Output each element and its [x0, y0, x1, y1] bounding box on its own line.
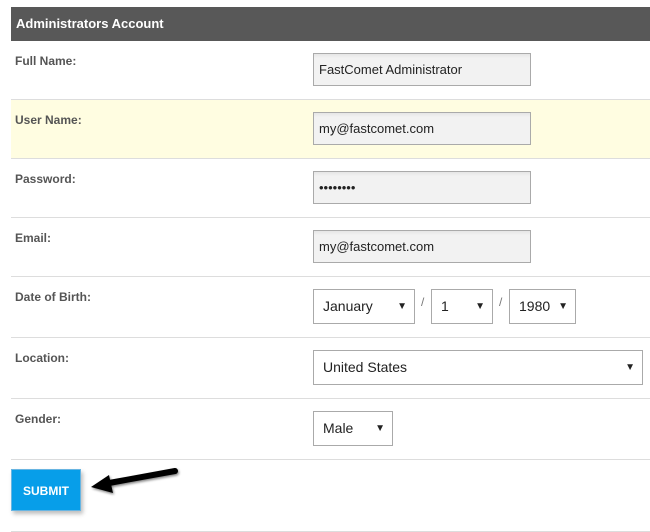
- dob-day-select[interactable]: 1 ▼: [431, 289, 493, 324]
- chevron-down-icon: ▼: [625, 362, 635, 373]
- dob-month-select[interactable]: January ▼: [313, 289, 415, 324]
- submit-button[interactable]: SUBMIT: [11, 469, 81, 511]
- chevron-down-icon: ▼: [375, 423, 385, 434]
- password-label: Password:: [15, 172, 76, 186]
- full-name-label: Full Name:: [15, 54, 77, 68]
- row-full-name: Full Name:: [11, 41, 650, 100]
- user-name-label: User Name:: [15, 113, 82, 127]
- row-password: Password:: [11, 159, 650, 218]
- location-label: Location:: [15, 351, 69, 365]
- row-location: Location: United States ▼: [11, 338, 650, 399]
- admin-account-form: Administrators Account Full Name: User N…: [11, 7, 650, 532]
- dob-separator: /: [499, 295, 503, 309]
- row-date-of-birth: Date of Birth: January ▼ / 1 ▼ / 1980 ▼: [11, 277, 650, 338]
- dob-separator: /: [421, 295, 425, 309]
- gender-select[interactable]: Male ▼: [313, 411, 393, 446]
- gender-value: Male: [323, 420, 354, 436]
- form-header: Administrators Account: [11, 7, 650, 41]
- dob-month-value: January: [323, 298, 373, 314]
- dob-year-select[interactable]: 1980 ▼: [509, 289, 576, 324]
- location-value: United States: [323, 359, 408, 375]
- chevron-down-icon: ▼: [397, 301, 407, 312]
- gender-label: Gender:: [15, 412, 62, 426]
- row-user-name: User Name:: [11, 100, 650, 159]
- dob-day-value: 1: [441, 298, 449, 314]
- full-name-input[interactable]: [313, 53, 531, 86]
- pointer-arrow-icon: [91, 468, 178, 493]
- submit-row: SUBMIT: [11, 460, 650, 532]
- email-label: Email:: [15, 231, 52, 245]
- password-input[interactable]: [313, 171, 531, 204]
- chevron-down-icon: ▼: [558, 301, 568, 312]
- dob-label: Date of Birth:: [15, 290, 91, 304]
- location-select[interactable]: United States ▼: [313, 350, 643, 385]
- chevron-down-icon: ▼: [475, 301, 485, 312]
- row-gender: Gender: Male ▼: [11, 399, 650, 460]
- email-input[interactable]: [313, 230, 531, 263]
- row-email: Email:: [11, 218, 650, 277]
- dob-year-value: 1980: [519, 298, 551, 314]
- user-name-input[interactable]: [313, 112, 531, 145]
